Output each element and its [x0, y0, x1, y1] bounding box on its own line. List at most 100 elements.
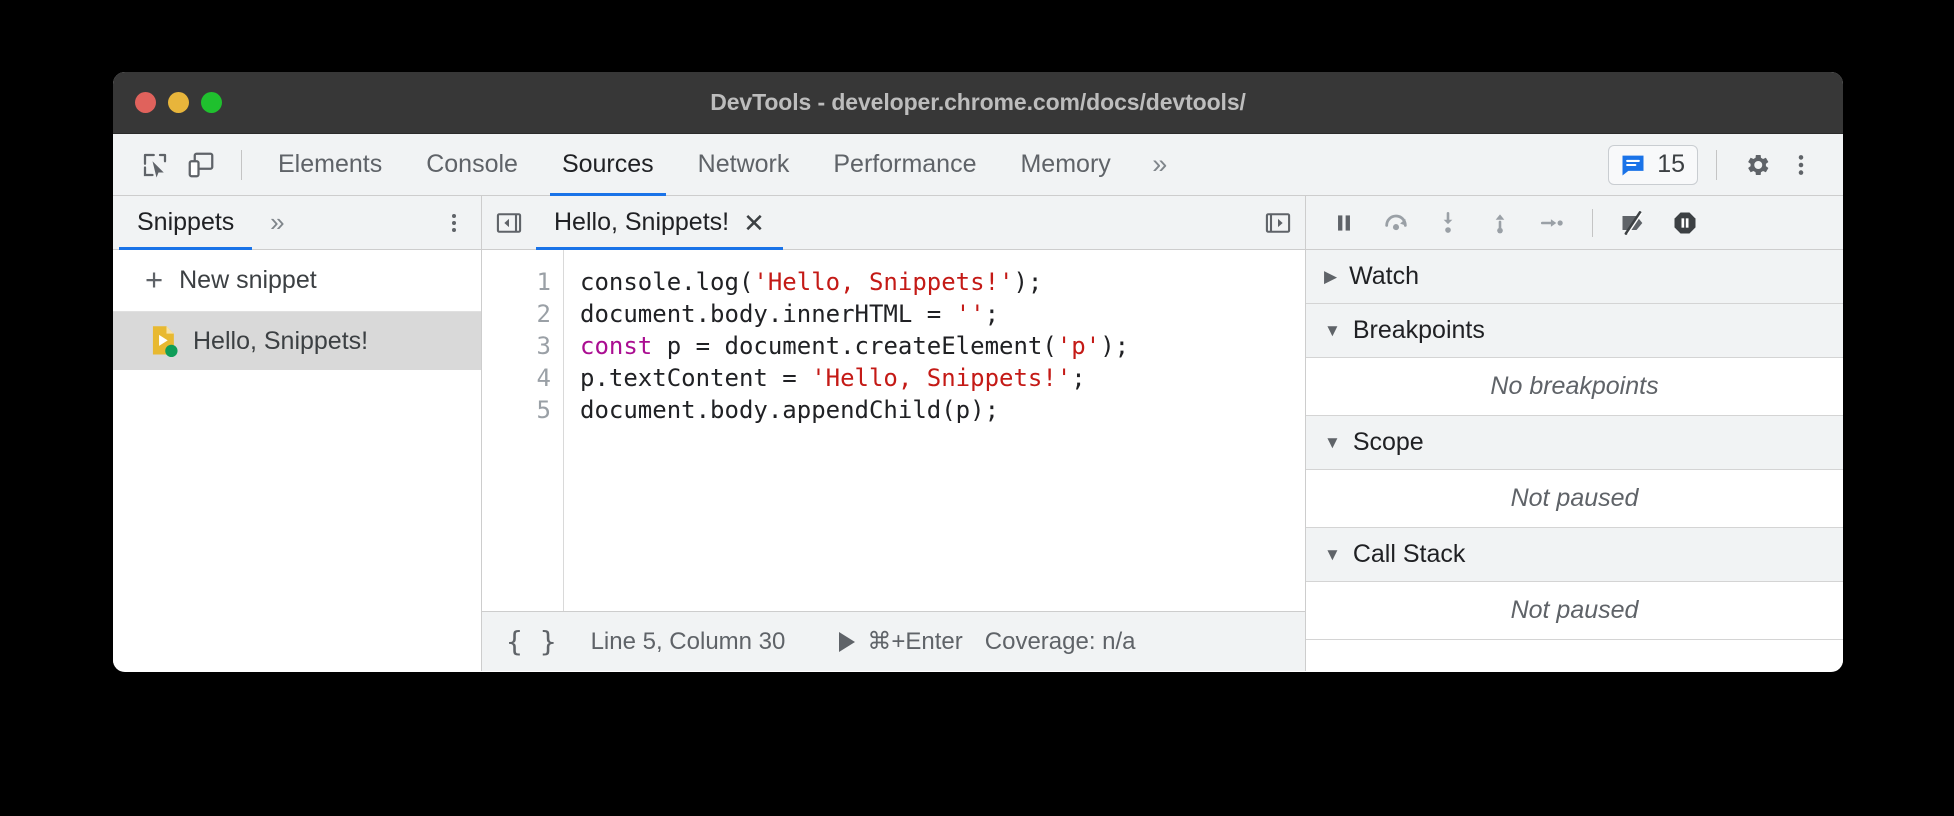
editor-tabbar: Hello, Snippets! ✕: [482, 196, 1305, 250]
debugger-section-title: Breakpoints: [1353, 316, 1485, 345]
debugger-pane: ▶ Watch ▼ Breakpoints No breakpoints ▼ S…: [1306, 196, 1843, 671]
coverage-label: Coverage: n/a: [985, 628, 1136, 656]
maximize-window-button[interactable]: [201, 92, 222, 113]
code-token: document.body.appendChild(p);: [580, 396, 999, 424]
code-token: ;: [985, 300, 999, 328]
step-into-icon[interactable]: [1424, 199, 1472, 247]
code-token: 'p': [1057, 332, 1100, 360]
line-number: 1: [482, 266, 551, 298]
code-token: const: [580, 332, 652, 360]
line-number: 3: [482, 330, 551, 362]
debugger-divider: [1592, 209, 1593, 237]
window-titlebar: DevTools - developer.chrome.com/docs/dev…: [113, 72, 1843, 134]
debugger-section-call-stack[interactable]: ▼ Call Stack: [1306, 528, 1843, 582]
debugger-section-scope[interactable]: ▼ Scope: [1306, 416, 1843, 470]
code-token: document.body.innerHTML =: [580, 300, 956, 328]
pause-on-exceptions-icon[interactable]: [1661, 199, 1709, 247]
deactivate-breakpoints-icon[interactable]: [1609, 199, 1657, 247]
run-snippet-button[interactable]: ⌘+Enter: [839, 627, 962, 656]
plus-icon: +: [145, 264, 163, 295]
tab-sources[interactable]: Sources: [540, 134, 676, 196]
sources-panel: Snippets » + New snippet: [113, 196, 1843, 671]
step-over-icon[interactable]: [1372, 199, 1420, 247]
snippet-item-label: Hello, Snippets!: [193, 327, 368, 356]
call-stack-empty-message: Not paused: [1306, 582, 1843, 640]
cursor-position-label: Line 5, Column 30: [591, 628, 786, 656]
editor-file-tab[interactable]: Hello, Snippets! ✕: [536, 196, 783, 250]
code-token: '': [956, 300, 985, 328]
new-snippet-label: New snippet: [179, 266, 317, 295]
tab-console[interactable]: Console: [404, 134, 540, 196]
navigator-three-dot-menu-icon[interactable]: [427, 196, 481, 250]
code-line: console.log('Hello, Snippets!');: [580, 266, 1305, 298]
issues-counter-button[interactable]: 15: [1608, 145, 1698, 185]
chevron-down-icon: ▼: [1324, 434, 1341, 451]
chevron-down-icon: ▼: [1324, 322, 1341, 339]
debugger-section-watch[interactable]: ▶ Watch: [1306, 250, 1843, 304]
device-toolbar-icon[interactable]: [181, 145, 221, 185]
code-editor[interactable]: 1 2 3 4 5 console.log('Hello, Snippets!'…: [482, 250, 1305, 611]
run-shortcut-label: ⌘+Enter: [867, 627, 962, 656]
code-line: p.textContent = 'Hello, Snippets!';: [580, 362, 1305, 394]
debugger-toolbar: [1306, 196, 1843, 250]
snippet-file-icon: [149, 325, 179, 357]
chevron-down-icon: ▼: [1324, 546, 1341, 563]
code-content[interactable]: console.log('Hello, Snippets!');document…: [564, 250, 1305, 611]
scope-empty-message: Not paused: [1306, 470, 1843, 528]
code-token: console.log(: [580, 268, 753, 296]
three-dot-menu-icon[interactable]: [1779, 143, 1823, 187]
code-line: const p = document.createElement('p');: [580, 330, 1305, 362]
panel-tabs: Elements Console Sources Network Perform…: [256, 134, 1187, 196]
issues-message-icon: [1619, 151, 1647, 179]
code-token: 'Hello, Snippets!': [811, 364, 1071, 392]
list-item[interactable]: Hello, Snippets!: [113, 312, 481, 370]
code-token: p.textContent =: [580, 364, 811, 392]
code-token: );: [1013, 268, 1042, 296]
debugger-section-title: Scope: [1353, 428, 1424, 457]
pretty-print-icon[interactable]: { }: [506, 625, 557, 658]
line-number: 4: [482, 362, 551, 394]
devtools-main-toolbar: Elements Console Sources Network Perform…: [113, 134, 1843, 196]
run-snippet-icon: [839, 632, 855, 652]
code-line: document.body.innerHTML = '';: [580, 298, 1305, 330]
navigator-pane: Snippets » + New snippet: [113, 196, 482, 671]
minimize-window-button[interactable]: [168, 92, 189, 113]
breakpoints-empty-message: No breakpoints: [1306, 358, 1843, 416]
close-window-button[interactable]: [135, 92, 156, 113]
toolbar-divider: [241, 150, 242, 180]
devtools-window: DevTools - developer.chrome.com/docs/dev…: [113, 72, 1843, 672]
code-token: );: [1100, 332, 1129, 360]
code-token: ;: [1071, 364, 1085, 392]
debugger-section-breakpoints[interactable]: ▼ Breakpoints: [1306, 304, 1843, 358]
code-token: p = document.createElement(: [652, 332, 1057, 360]
chevron-double-right-icon[interactable]: »: [1133, 134, 1187, 196]
window-title: DevTools - developer.chrome.com/docs/dev…: [113, 89, 1843, 116]
editor-pane: Hello, Snippets! ✕ 1: [482, 196, 1306, 671]
gear-icon[interactable]: [1735, 143, 1779, 187]
code-line: document.body.appendChild(p);: [580, 394, 1305, 426]
new-snippet-button[interactable]: + New snippet: [113, 250, 481, 312]
inspect-element-icon[interactable]: [135, 145, 175, 185]
code-token: 'Hello, Snippets!': [753, 268, 1013, 296]
navigator-more-chevron-icon[interactable]: »: [252, 196, 302, 250]
chevron-right-icon: ▶: [1324, 268, 1337, 285]
navigator-tab-snippets[interactable]: Snippets: [119, 196, 252, 250]
tab-network[interactable]: Network: [676, 134, 812, 196]
screenshot-canvas: DevTools - developer.chrome.com/docs/dev…: [0, 0, 1954, 816]
issues-count-label: 15: [1657, 150, 1685, 179]
pause-script-icon[interactable]: [1320, 199, 1368, 247]
tab-elements[interactable]: Elements: [256, 134, 404, 196]
show-debugger-icon[interactable]: [1251, 196, 1305, 250]
step-icon[interactable]: [1528, 199, 1576, 247]
editor-status-bar: { } Line 5, Column 30 ⌘+Enter Coverage: …: [482, 611, 1305, 671]
traffic-lights: [113, 92, 222, 113]
tab-performance[interactable]: Performance: [811, 134, 998, 196]
navigator-tabbar: Snippets »: [113, 196, 481, 250]
step-out-icon[interactable]: [1476, 199, 1524, 247]
close-icon[interactable]: ✕: [743, 210, 765, 236]
tab-memory[interactable]: Memory: [998, 134, 1132, 196]
show-navigator-icon[interactable]: [482, 196, 536, 250]
line-number: 5: [482, 394, 551, 426]
line-number: 2: [482, 298, 551, 330]
editor-file-tab-label: Hello, Snippets!: [554, 208, 729, 237]
